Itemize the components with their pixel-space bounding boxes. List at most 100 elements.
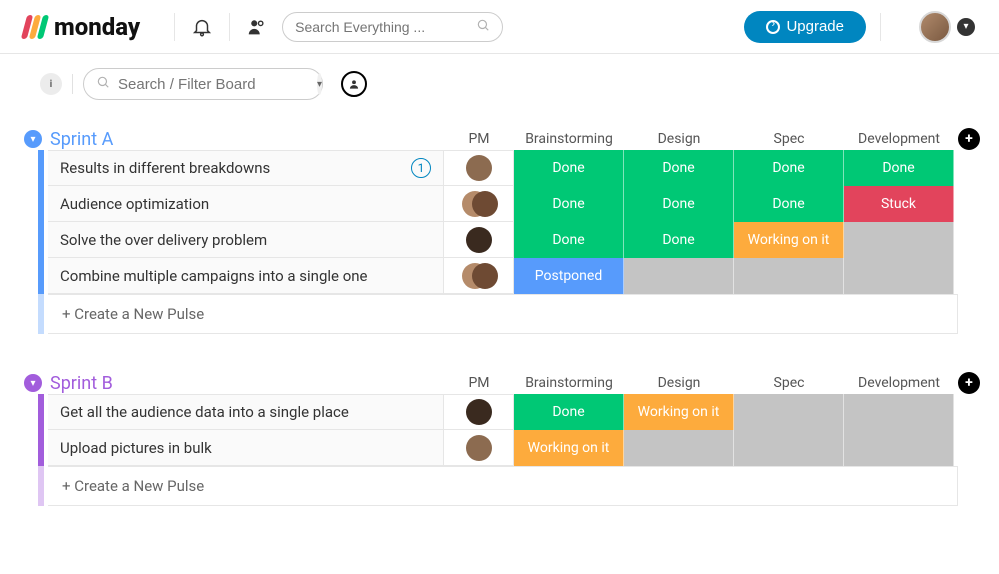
status-cell[interactable]: Done (734, 150, 844, 186)
status-cell[interactable] (624, 258, 734, 294)
user-menu[interactable]: ▾ (919, 11, 975, 43)
group-color-bar (38, 466, 44, 506)
new-pulse-row[interactable]: + Create a New Pulse (24, 466, 975, 506)
board: ▾ Sprint A PM Brainstorming Design Spec … (0, 110, 999, 574)
new-pulse-row[interactable]: + Create a New Pulse (24, 294, 975, 334)
group-color-bar (38, 394, 44, 430)
status-cell[interactable]: Done (514, 394, 624, 430)
status-cell[interactable]: Working on it (734, 222, 844, 258)
notifications-icon[interactable] (189, 14, 215, 40)
new-pulse-label[interactable]: + Create a New Pulse (48, 294, 958, 334)
people-icon[interactable] (244, 14, 270, 40)
status-cell[interactable]: Done (514, 186, 624, 222)
group-name[interactable]: Sprint A (50, 129, 444, 150)
status-cell[interactable]: Working on it (514, 430, 624, 466)
logo[interactable]: monday (24, 13, 140, 41)
info-button[interactable]: i (40, 73, 62, 95)
task-name-cell[interactable]: Get all the audience data into a single … (48, 394, 444, 430)
column-header[interactable]: Spec (734, 131, 844, 147)
status-cell[interactable] (624, 430, 734, 466)
group-name[interactable]: Sprint B (50, 373, 444, 394)
row-trail (954, 150, 984, 186)
avatar[interactable] (466, 155, 492, 181)
status-cell[interactable]: Done (624, 222, 734, 258)
status-cell[interactable] (844, 258, 954, 294)
row-trail (954, 186, 984, 222)
person-filter-icon[interactable] (341, 71, 367, 97)
group-color-bar (38, 222, 44, 258)
column-header[interactable]: Brainstorming (514, 375, 624, 391)
status-cell[interactable] (734, 430, 844, 466)
status-cell[interactable] (734, 394, 844, 430)
task-name-cell[interactable]: Results in different breakdowns1 (48, 150, 444, 186)
task-name-cell[interactable]: Solve the over delivery problem (48, 222, 444, 258)
add-column-button[interactable]: + (958, 372, 980, 394)
collapse-button[interactable]: ▾ (24, 130, 42, 148)
table-row: Solve the over delivery problem DoneDone… (24, 222, 975, 258)
group: ▾ Sprint A PM Brainstorming Design Spec … (24, 128, 975, 334)
status-cell[interactable]: Done (514, 222, 624, 258)
row-trail (954, 222, 984, 258)
pm-cell[interactable] (444, 150, 514, 186)
avatar[interactable] (466, 227, 492, 253)
collapse-button[interactable]: ▾ (24, 374, 42, 392)
chevron-down-icon[interactable]: ▾ (317, 73, 322, 95)
row-trail (954, 430, 984, 466)
group-header: ▾ Sprint A PM Brainstorming Design Spec … (24, 128, 975, 150)
new-pulse-label[interactable]: + Create a New Pulse (48, 466, 958, 506)
status-cell[interactable]: Done (624, 150, 734, 186)
pm-cell[interactable] (444, 394, 514, 430)
logo-icon (21, 15, 51, 39)
board-search[interactable]: ▾ (83, 68, 323, 100)
status-cell[interactable] (844, 394, 954, 430)
pm-cell[interactable] (444, 430, 514, 466)
status-cell[interactable] (844, 222, 954, 258)
group-color-bar (38, 258, 44, 294)
column-header[interactable]: Design (624, 131, 734, 147)
status-cell[interactable]: Done (624, 186, 734, 222)
status-cell[interactable] (844, 430, 954, 466)
avatar (919, 11, 951, 43)
search-icon (476, 18, 490, 36)
status-cell[interactable]: Postponed (514, 258, 624, 294)
task-name-cell[interactable]: Upload pictures in bulk (48, 430, 444, 466)
column-header-pm[interactable]: PM (444, 375, 514, 391)
column-header[interactable]: Development (844, 131, 954, 147)
global-search-input[interactable] (295, 19, 476, 35)
avatar-stack[interactable] (462, 263, 496, 289)
status-cell[interactable]: Done (514, 150, 624, 186)
column-header-pm[interactable]: PM (444, 131, 514, 147)
upgrade-button[interactable]: Upgrade (744, 11, 866, 43)
avatar-stack[interactable] (462, 191, 496, 217)
group: ▾ Sprint B PM Brainstorming Design Spec … (24, 372, 975, 506)
pm-cell[interactable] (444, 222, 514, 258)
global-search[interactable] (282, 12, 503, 42)
group-header: ▾ Sprint B PM Brainstorming Design Spec … (24, 372, 975, 394)
avatar[interactable] (466, 399, 492, 425)
column-header[interactable]: Design (624, 375, 734, 391)
status-cell[interactable]: Working on it (624, 394, 734, 430)
table-row: Upload pictures in bulk Working on it (24, 430, 975, 466)
group-color-bar (38, 430, 44, 466)
task-name-cell[interactable]: Combine multiple campaigns into a single… (48, 258, 444, 294)
group-color-bar (38, 150, 44, 186)
status-cell[interactable] (734, 258, 844, 294)
pm-cell[interactable] (444, 186, 514, 222)
table-row: Combine multiple campaigns into a single… (24, 258, 975, 294)
column-header[interactable]: Spec (734, 375, 844, 391)
board-search-input[interactable] (118, 76, 317, 93)
status-cell[interactable]: Done (734, 186, 844, 222)
add-column-button[interactable]: + (958, 128, 980, 150)
status-cell[interactable]: Stuck (844, 186, 954, 222)
pm-cell[interactable] (444, 258, 514, 294)
upgrade-label: Upgrade (786, 18, 844, 35)
column-header[interactable]: Brainstorming (514, 131, 624, 147)
group-color-bar (38, 294, 44, 334)
updates-badge[interactable]: 1 (411, 158, 431, 178)
avatar[interactable] (466, 435, 492, 461)
group-color-bar (38, 186, 44, 222)
task-name-cell[interactable]: Audience optimization (48, 186, 444, 222)
divider (880, 13, 881, 41)
column-header[interactable]: Development (844, 375, 954, 391)
status-cell[interactable]: Done (844, 150, 954, 186)
